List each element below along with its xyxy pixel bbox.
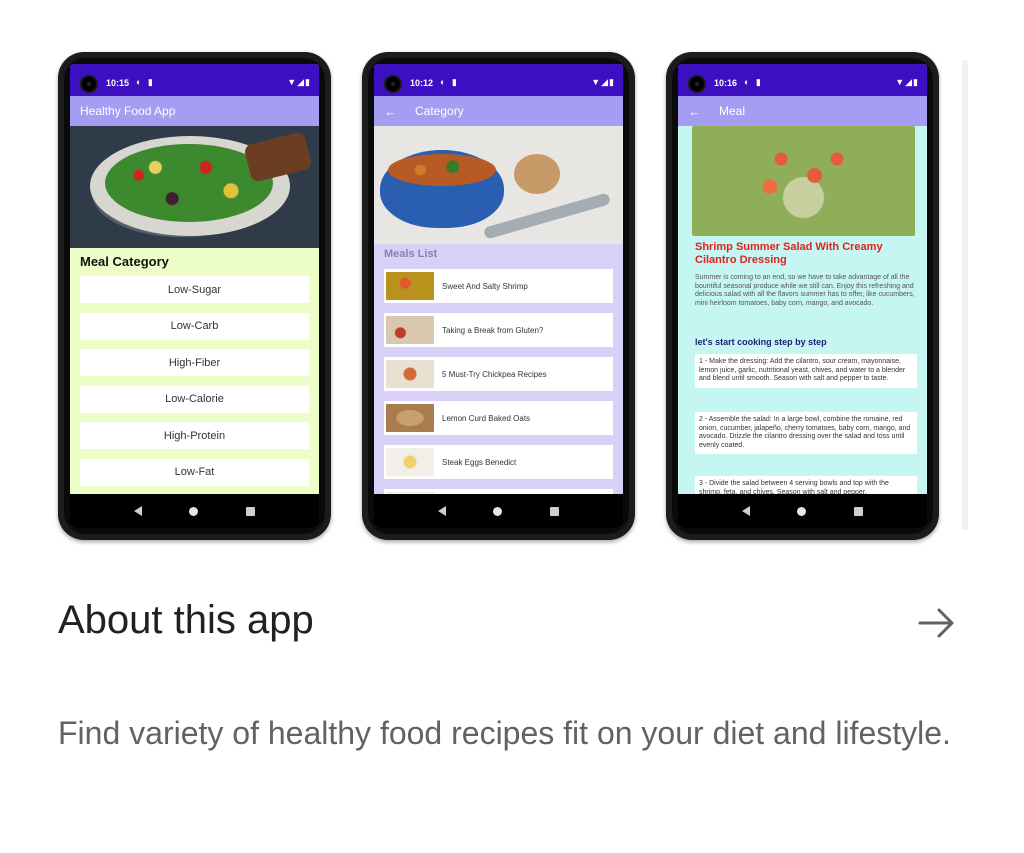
status-time: 10:15 [106, 78, 130, 88]
back-triangle-icon [133, 506, 142, 516]
status-time: 10:16 [714, 78, 738, 88]
arrow-right-icon[interactable] [916, 602, 958, 644]
meal-name: Taking a Break from Gluten? [442, 325, 544, 335]
meal-name: Steak Eggs Benedict [442, 457, 517, 467]
notification-icons: ◐ ▮ [136, 77, 155, 87]
meal-list-item[interactable]: 5 Must-Try Chickpea Recipes [384, 357, 613, 391]
home-circle-icon [493, 506, 503, 516]
back-triangle-icon [741, 506, 750, 516]
screenshot-meal-category[interactable]: 10:15 ◐ ▮ ▼◢▮ Healthy Food App Meal Cate… [58, 52, 331, 540]
system-nav-bar [374, 494, 623, 528]
recipe-intro: Summer is coming to an end, so we have t… [695, 274, 915, 307]
wifi-battery-icon: ▼◢▮ [895, 77, 919, 87]
status-time: 10:12 [410, 78, 434, 88]
app-bar-title: Category [415, 104, 464, 118]
section-title: Meals List [384, 248, 438, 260]
camera-icon [688, 75, 706, 93]
about-this-app-heading[interactable]: About this app [58, 598, 314, 643]
category-button[interactable]: Low-Carb [80, 312, 309, 340]
screenshot-meal-detail[interactable]: 10:16 ◐ ▮ ▼◢▮ ← Meal Shrimp Summer Salad… [666, 52, 939, 540]
status-bar: 10:12 ◐ ▮ ▼◢▮ [374, 64, 623, 96]
screenshot-meals-list[interactable]: 10:12 ◐ ▮ ▼◢▮ ← Category Meals List Swee… [362, 52, 635, 540]
recipe-step: 1 - Make the dressing: Add the cilantro,… [695, 354, 917, 388]
back-arrow-icon[interactable]: ← [688, 104, 701, 119]
wifi-battery-icon: ▼◢▮ [287, 77, 311, 87]
screenshot-gallery[interactable]: 10:15 ◐ ▮ ▼◢▮ Healthy Food App Meal Cate… [0, 0, 1024, 560]
back-triangle-icon [437, 506, 446, 516]
next-screenshot-peek[interactable] [962, 60, 968, 530]
meal-detail-panel: Shrimp Summer Salad With Creamy Cilantro… [678, 126, 927, 502]
soup-image [374, 126, 623, 244]
meal-thumbnail [386, 360, 434, 388]
meal-thumbnail [386, 272, 434, 300]
status-bar: 10:15 ◐ ▮ ▼◢▮ [70, 64, 319, 96]
home-circle-icon [189, 506, 199, 516]
category-button[interactable]: Low-Calorie [80, 385, 309, 413]
status-bar: 10:16 ◐ ▮ ▼◢▮ [678, 64, 927, 96]
meal-thumbnail [386, 404, 434, 432]
app-bar: ← Category [374, 96, 623, 126]
category-button[interactable]: Low-Fat [80, 458, 309, 486]
category-button[interactable]: High-Protein [80, 422, 309, 449]
app-bar: Healthy Food App [70, 96, 319, 126]
meal-thumbnail [386, 448, 434, 476]
meal-name: Sweet And Salty Shrimp [442, 281, 528, 291]
camera-icon [384, 75, 402, 93]
phone-screen: 10:15 ◐ ▮ ▼◢▮ Healthy Food App Meal Cate… [70, 64, 319, 528]
recents-square-icon [854, 506, 864, 516]
notification-icons: ◐ ▮ [440, 77, 459, 87]
system-nav-bar [678, 494, 927, 528]
meal-list-item[interactable]: Taking a Break from Gluten? [384, 313, 613, 347]
app-bar: ← Meal [678, 96, 927, 126]
meal-category-panel: Meal Category Low-Sugar Low-Carb High-Fi… [70, 248, 319, 494]
back-arrow-icon[interactable]: ← [384, 104, 397, 119]
category-button[interactable]: Low-Sugar [80, 276, 309, 303]
wifi-battery-icon: ▼◢▮ [591, 77, 615, 87]
meal-name: 5 Must-Try Chickpea Recipes [442, 369, 547, 379]
salad-image [70, 126, 319, 248]
meal-list-item[interactable]: Lemon Curd Baked Oats [384, 401, 613, 435]
meal-thumbnail [386, 316, 434, 344]
recents-square-icon [246, 506, 256, 516]
notification-icons: ◐ ▮ [744, 77, 763, 87]
recipe-step: 2 - Assemble the salad: In a large bowl,… [695, 412, 917, 455]
recipe-title: Shrimp Summer Salad With Creamy Cilantro… [695, 241, 883, 266]
section-title: Meal Category [80, 254, 169, 269]
app-bar-title: Healthy Food App [80, 104, 176, 118]
app-description: Find variety of healthy food recipes fit… [58, 715, 951, 751]
shrimp-salad-image [692, 126, 915, 236]
category-button[interactable]: High-Fiber [80, 349, 309, 376]
phone-screen: 10:12 ◐ ▮ ▼◢▮ ← Category Meals List Swee… [374, 64, 623, 528]
meal-list-item[interactable]: Sweet And Salty Shrimp [384, 269, 613, 303]
recents-square-icon [550, 506, 560, 516]
phone-screen: 10:16 ◐ ▮ ▼◢▮ ← Meal Shrimp Summer Salad… [678, 64, 927, 528]
meals-list-panel: Meals List Sweet And Salty Shrimp Taking… [374, 244, 623, 523]
meal-list-item[interactable]: Steak Eggs Benedict [384, 445, 613, 479]
system-nav-bar [70, 494, 319, 528]
meal-name: Lemon Curd Baked Oats [442, 413, 531, 423]
steps-heading: let's start cooking step by step [695, 337, 827, 347]
home-circle-icon [797, 506, 807, 516]
camera-icon [80, 75, 98, 93]
app-bar-title: Meal [719, 104, 746, 118]
